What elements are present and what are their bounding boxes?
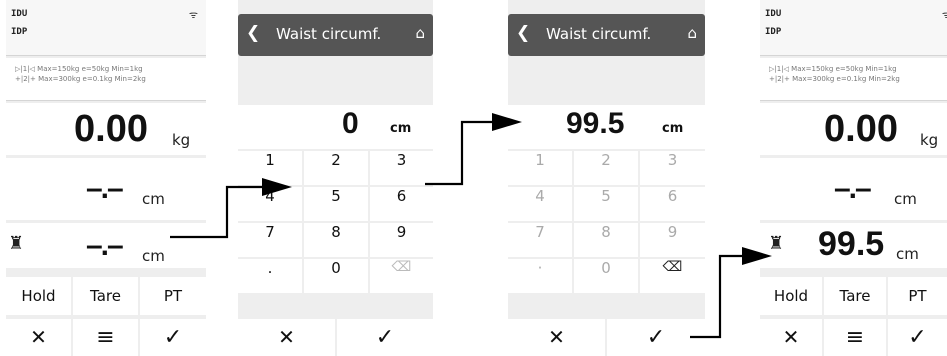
screen-main-initial: IDU IDP ᯤ ▷|1|◁ Max=150kg e=50kg Min=1kg… (6, 0, 206, 356)
title-bar: ❮ Waist circumf. ⌂ (238, 14, 433, 56)
waist-value: 99.5 (818, 225, 885, 263)
input-value: 99.5 (566, 107, 625, 140)
height-unit: cm (894, 190, 917, 208)
tare-button[interactable]: Tare (824, 277, 886, 315)
input-unit: cm (662, 121, 684, 136)
key-9[interactable]: 9 (370, 223, 433, 257)
close-icon[interactable]: ✕ (6, 319, 71, 356)
height-value: –.– (834, 172, 872, 205)
device-header: IDU IDP ᯤ (6, 0, 206, 56)
check-icon[interactable]: ✓ (140, 319, 206, 356)
home-icon[interactable]: ⌂ (687, 24, 697, 42)
arrow-2-to-3 (425, 120, 496, 186)
device-label-idp: IDP (765, 27, 782, 37)
key-7[interactable]: 7 (238, 223, 302, 257)
device-label-idp: IDP (11, 27, 28, 37)
back-icon[interactable]: ❮ (246, 23, 260, 43)
device-label-idu: IDU (765, 9, 782, 19)
person-icon: ♜ (8, 233, 25, 254)
waist-unit: cm (896, 245, 919, 263)
input-value: 0 (342, 107, 359, 140)
key-6[interactable]: 6 (370, 187, 433, 221)
page-title: Waist circumf. (276, 25, 382, 43)
close-icon[interactable]: ✕ (508, 319, 605, 356)
key-decimal[interactable]: · (508, 259, 572, 293)
key-9[interactable]: 9 (640, 223, 705, 257)
check-icon[interactable]: ✓ (888, 319, 947, 356)
screen-main-result: IDU IDP ᯤ ▷|1|◁ Max=150kg e=50kg Min=1kg… (760, 0, 947, 356)
spec-range-2: +|2|+ Max=300kg e=0.1kg Min=2kg (15, 75, 146, 83)
key-4[interactable]: 4 (508, 187, 572, 221)
key-0[interactable]: 0 (574, 259, 638, 293)
key-8[interactable]: 8 (304, 223, 368, 257)
key-3[interactable]: 3 (640, 151, 705, 185)
key-8[interactable]: 8 (574, 223, 638, 257)
weight-display: 0.00 kg (6, 103, 206, 155)
backspace-icon[interactable]: ⌫ (370, 259, 433, 293)
tare-button[interactable]: Tare (73, 277, 138, 315)
key-3[interactable]: 3 (370, 151, 433, 185)
menu-icon[interactable]: ≡ (73, 319, 138, 356)
waist-unit: cm (142, 247, 165, 265)
close-icon[interactable]: ✕ (238, 319, 335, 356)
wifi-icon: ᯤ (188, 10, 198, 21)
key-7[interactable]: 7 (508, 223, 572, 257)
close-icon[interactable]: ✕ (760, 319, 822, 356)
waist-value: –.– (86, 229, 124, 262)
page-title: Waist circumf. (546, 25, 652, 43)
hold-button[interactable]: Hold (6, 277, 71, 315)
key-2[interactable]: 2 (304, 151, 368, 185)
backspace-icon[interactable]: ⌫ (640, 259, 705, 293)
key-6[interactable]: 6 (640, 187, 705, 221)
height-value: –.– (86, 172, 124, 205)
height-unit: cm (142, 190, 165, 208)
waist-display[interactable]: ♜ –.– cm (6, 223, 206, 268)
scale-spec-info: ▷|1|◁ Max=150kg e=50kg Min=1kg +|2|+ Max… (6, 58, 206, 101)
weight-display: 0.00 kg (760, 103, 947, 155)
check-icon[interactable]: ✓ (607, 319, 705, 356)
weight-unit: kg (172, 131, 191, 149)
weight-unit: kg (920, 131, 939, 149)
input-display: 99.5 cm (508, 105, 705, 149)
screen-keypad-entered: ❮ Waist circumf. ⌂ 99.5 cm 1 2 3 4 5 6 7 8 9 · 0 ⌫ … (508, 0, 705, 356)
key-decimal[interactable]: . (238, 259, 302, 293)
key-0[interactable]: 0 (304, 259, 368, 293)
screen-keypad-empty: ❮ Waist circumf. ⌂ 0 cm 1 2 3 4 5 6 7 8 9. 0 ⌫ ✕ ✓ (238, 0, 433, 356)
spec-range-2: +|2|+ Max=300kg e=0.1kg Min=2kg (769, 75, 900, 83)
height-display: –.– cm (6, 158, 206, 220)
waist-display[interactable]: ♜ 99.5 cm (760, 223, 947, 268)
hold-button[interactable]: Hold (760, 277, 822, 315)
weight-value: 0.00 (824, 108, 898, 150)
input-unit: cm (390, 121, 412, 136)
pt-button[interactable]: PT (888, 277, 947, 315)
check-icon[interactable]: ✓ (337, 319, 433, 356)
wifi-icon: ᯤ (941, 10, 947, 21)
weight-value: 0.00 (74, 108, 148, 150)
input-display: 0 cm (238, 105, 433, 149)
pt-button[interactable]: PT (140, 277, 206, 315)
key-1[interactable]: 1 (508, 151, 572, 185)
key-2[interactable]: 2 (574, 151, 638, 185)
key-4[interactable]: 4 (238, 187, 302, 221)
back-icon[interactable]: ❮ (516, 23, 530, 43)
scale-spec-info: ▷|1|◁ Max=150kg e=50kg Min=1kg +|2|+ Max… (760, 58, 947, 101)
key-1[interactable]: 1 (238, 151, 302, 185)
spec-range-1: ▷|1|◁ Max=150kg e=50kg Min=1kg (15, 65, 143, 73)
title-bar: ❮ Waist circumf. ⌂ (508, 14, 705, 56)
height-display: –.– cm (760, 158, 947, 220)
home-icon[interactable]: ⌂ (415, 24, 425, 42)
key-5[interactable]: 5 (574, 187, 638, 221)
person-icon: ♜ (768, 233, 785, 254)
key-5[interactable]: 5 (304, 187, 368, 221)
spec-range-1: ▷|1|◁ Max=150kg e=50kg Min=1kg (769, 65, 897, 73)
device-label-idu: IDU (11, 9, 28, 19)
menu-icon[interactable]: ≡ (824, 319, 886, 356)
device-header: IDU IDP ᯤ (760, 0, 947, 56)
